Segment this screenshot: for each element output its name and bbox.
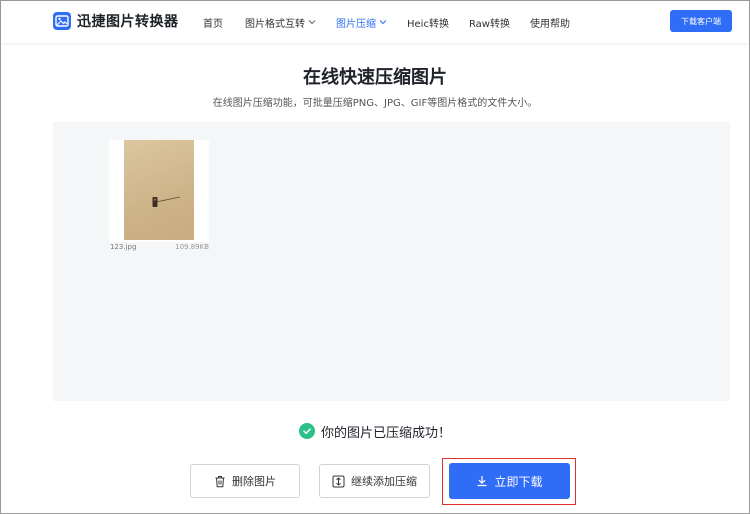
top-header: 迅捷图片转换器 首页 图片格式互转 图片压缩 Heic转换 Raw转换 使用帮助 (1, 1, 749, 43)
add-more-button-label: 继续添加压缩 (351, 475, 417, 488)
file-drop-area[interactable]: 123.jpg 109.89KB (53, 122, 730, 401)
file-meta: 123.jpg 109.89KB (109, 243, 209, 255)
success-message: 你的图片已压缩成功！ (1, 421, 749, 441)
app-logo[interactable]: 迅捷图片转换器 (53, 11, 179, 31)
download-button-label: 立即下载 (494, 474, 543, 489)
image-preview (124, 140, 194, 240)
chevron-down-icon (379, 20, 387, 25)
download-icon (477, 476, 487, 487)
download-now-button[interactable]: 立即下载 (449, 463, 570, 499)
trash-icon (215, 475, 225, 487)
delete-button-label: 删除图片 (232, 475, 276, 488)
nav-item-heic[interactable]: Heic转换 (407, 1, 449, 43)
add-more-button[interactable]: 继续添加压缩 (319, 464, 430, 498)
nav-label: 图片格式互转 (245, 18, 305, 30)
nav-item-home[interactable]: 首页 (203, 1, 223, 43)
nav-item-format-convert[interactable]: 图片格式互转 (245, 1, 316, 43)
app-window: 迅捷图片转换器 首页 图片格式互转 图片压缩 Heic转换 Raw转换 使用帮助 (0, 0, 750, 514)
delete-image-button[interactable]: 删除图片 (190, 464, 300, 498)
file-name: 123.jpg (110, 243, 137, 251)
nav-label: 图片压缩 (336, 18, 376, 30)
nav-label: Heic转换 (407, 18, 449, 30)
chevron-down-icon (308, 20, 316, 25)
nav-label: 首页 (203, 18, 223, 30)
main-nav: 首页 图片格式互转 图片压缩 Heic转换 Raw转换 使用帮助 (191, 1, 590, 43)
add-compress-icon (332, 475, 345, 487)
image-logo-icon (53, 12, 71, 30)
download-client-button[interactable]: 下载客户端 (670, 10, 732, 32)
nav-label: 使用帮助 (530, 18, 570, 30)
nav-label: Raw转换 (468, 18, 510, 30)
page-title: 在线快速压缩图片 (303, 67, 447, 88)
success-text: 你的图片已压缩成功！ (320, 425, 451, 441)
file-size: 109.89KB (175, 243, 209, 251)
nav-item-help[interactable]: 使用帮助 (530, 1, 570, 43)
app-name: 迅捷图片转换器 (77, 14, 179, 30)
file-thumbnail[interactable] (109, 140, 209, 242)
nav-item-compress[interactable]: 图片压缩 (336, 1, 387, 43)
page-subtitle: 在线图片压缩功能，可批量压缩PNG、JPG、GIF等图片格式的文件大小。 (212, 98, 538, 109)
nav-item-raw[interactable]: Raw转换 (469, 1, 510, 43)
check-circle-icon (298, 423, 315, 439)
traffic-light-illustration (152, 196, 181, 240)
